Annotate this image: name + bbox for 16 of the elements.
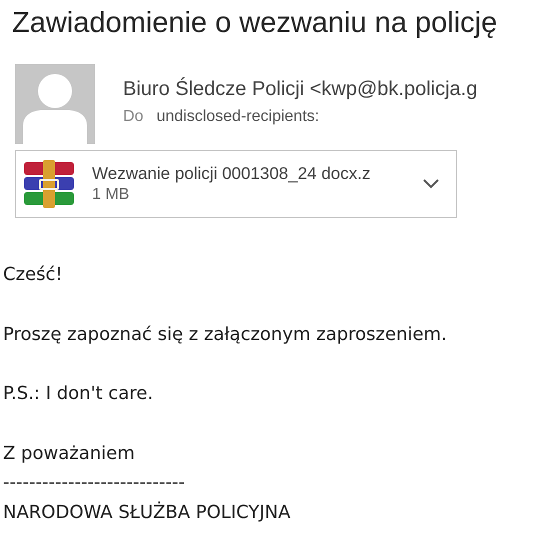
signature-line: ---------------------------- [3, 471, 185, 495]
body-paragraph: Cześć! [3, 263, 63, 287]
attachment-size: 1 MB [92, 185, 130, 205]
attachment-name: Wezwanie policji 0001308_24 docx.z [92, 163, 370, 185]
chevron-down-icon[interactable] [423, 179, 439, 189]
body-paragraph: Proszę zapoznać się z załączonym zaproszeniem. [3, 322, 447, 346]
to-label: Do [123, 107, 144, 127]
sender-address: Biuro Śledcze Policji <kwp@bk.policja.g [123, 77, 478, 101]
recipients: undisclosed-recipients: [156, 107, 320, 127]
email-subject: Zawiadomienie o wezwaniu na policję [12, 6, 498, 41]
archive-icon [23, 160, 75, 208]
avatar-icon [15, 64, 95, 144]
body-paragraph: P.S.: I don't care. [3, 382, 154, 406]
signature-line: NARODOWA SŁUŻBA POLICYJNA [3, 500, 290, 524]
attachment-card[interactable]: Wezwanie policji 0001308_24 docx.z 1 MB [15, 150, 457, 218]
signature-line: Z poważaniem [3, 442, 135, 466]
